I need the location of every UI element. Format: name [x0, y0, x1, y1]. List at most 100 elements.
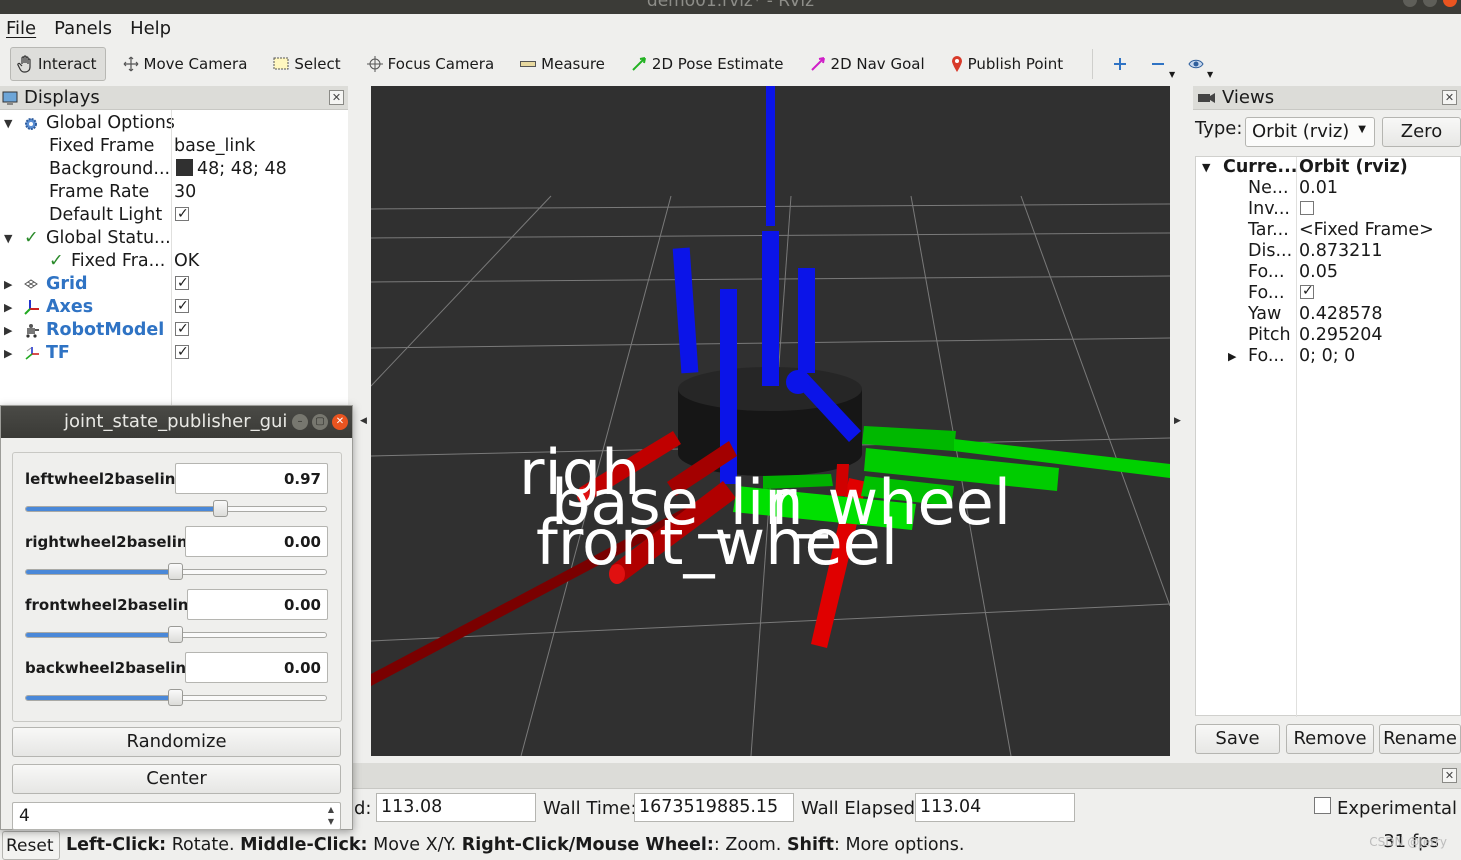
interact-tool[interactable]: Interact	[10, 47, 106, 81]
rename-view-button[interactable]: Rename	[1379, 724, 1461, 754]
remove-tool-button[interactable]: ▼	[1141, 47, 1175, 81]
view-type-select[interactable]: Orbit (rviz) ▼	[1245, 117, 1375, 147]
view-row-focal-shape[interactable]: Fo...	[1196, 281, 1461, 304]
joint-value-frontwheel[interactable]: 0.00	[187, 589, 328, 620]
tree-row-frame-rate[interactable]: Frame Rate 30	[0, 181, 348, 204]
axes-checkbox[interactable]	[175, 295, 189, 318]
scene-render[interactable]: righ base_lin r_wheel front_wheel	[371, 86, 1170, 756]
view-row-target[interactable]: Tar... <Fixed Frame>	[1196, 220, 1461, 241]
menu-panels[interactable]: Panels	[54, 18, 112, 39]
collapse-arrow-icon[interactable]: ▶	[1228, 346, 1236, 367]
view-row-distance[interactable]: Dis... 0.873211	[1196, 241, 1461, 262]
tree-row-global-status[interactable]: ▼ ✓ Global Statu...	[0, 227, 348, 250]
slider-handle[interactable]	[213, 500, 228, 517]
slider-count-spinbox[interactable]: 4 ▲ ▼	[12, 802, 341, 830]
view-row-near-clip[interactable]: Ne... 0.01	[1196, 178, 1461, 199]
joint-slider-backwheel[interactable]	[25, 689, 327, 706]
joint-slider-rightwheel[interactable]	[25, 563, 327, 580]
tf-checkbox[interactable]	[175, 341, 189, 364]
time-close-button[interactable]: ✕	[1442, 768, 1457, 783]
joint-value-leftwheel[interactable]: 0.97	[175, 463, 328, 494]
slider-handle[interactable]	[168, 626, 183, 643]
render-viewport[interactable]: righ base_lin r_wheel front_wheel	[371, 86, 1170, 756]
displays-close-button[interactable]: ✕	[329, 90, 344, 105]
view-row-yaw[interactable]: Yaw 0.428578	[1196, 304, 1461, 325]
tree-row-default-light[interactable]: Default Light	[0, 203, 348, 227]
jsp-maximize-button[interactable]: ▢	[312, 414, 328, 430]
joint-slider-frontwheel[interactable]	[25, 626, 327, 643]
nav-goal-tool[interactable]: 2D Nav Goal	[803, 47, 934, 81]
slider-handle[interactable]	[168, 689, 183, 706]
focus-camera-tool[interactable]: Focus Camera	[360, 47, 503, 81]
view-options-button[interactable]: ▼	[1179, 47, 1213, 81]
collapse-arrow-icon[interactable]: ▶	[4, 296, 12, 319]
save-view-button[interactable]: Save	[1195, 724, 1280, 754]
expand-arrow-icon[interactable]: ▼	[1202, 157, 1210, 178]
tree-row-background[interactable]: Background... 48; 48; 48	[0, 158, 348, 181]
expand-arrow-icon[interactable]: ▼	[4, 112, 12, 135]
collapse-arrow-icon[interactable]: ▶	[4, 342, 12, 365]
tree-row-robotmodel[interactable]: ▶ RobotModel	[0, 318, 348, 342]
fixed-frame-value[interactable]: base_link	[174, 135, 255, 158]
tree-row-fixed-frame[interactable]: Fixed Frame base_link	[0, 135, 348, 158]
jsp-close-button[interactable]: ✕	[332, 414, 348, 430]
experimental-checkbox[interactable]	[1314, 797, 1331, 814]
ros-elapsed-field[interactable]: 113.08	[376, 793, 536, 822]
robotmodel-checkbox[interactable]	[175, 318, 189, 341]
target-frame-value[interactable]: <Fixed Frame>	[1299, 220, 1434, 241]
tree-row-tf[interactable]: ▶ TF	[0, 341, 348, 365]
zero-button[interactable]: Zero	[1382, 117, 1461, 147]
wall-time-field[interactable]: 1673519885.15	[634, 793, 794, 822]
remove-view-button[interactable]: Remove	[1286, 724, 1374, 754]
invert-label: Inv...	[1248, 199, 1290, 219]
spin-up-icon[interactable]: ▲	[324, 804, 338, 816]
move-camera-tool[interactable]: Move Camera	[116, 47, 257, 81]
fixed-frame-status-value: OK	[174, 251, 200, 271]
jsp-minimize-button[interactable]: –	[292, 414, 308, 430]
tree-row-grid[interactable]: ▶ Grid	[0, 272, 348, 296]
distance-value[interactable]: 0.873211	[1299, 241, 1383, 262]
invert-checkbox[interactable]	[1300, 200, 1314, 215]
tree-row-fixed-frame-status[interactable]: ✓ Fixed Fra... OK	[0, 250, 348, 273]
select-tool[interactable]: Select	[266, 47, 349, 81]
tree-row-axes[interactable]: ▶ Axes	[0, 295, 348, 319]
spin-down-icon[interactable]: ▼	[324, 816, 338, 828]
view-row-pitch[interactable]: Pitch 0.295204	[1196, 325, 1461, 346]
center-button[interactable]: Center	[12, 764, 341, 794]
pitch-value[interactable]: 0.295204	[1299, 325, 1383, 346]
near-clip-value[interactable]: 0.01	[1299, 178, 1338, 199]
wall-elapsed-field[interactable]: 113.04	[915, 793, 1075, 822]
joint-value-backwheel[interactable]: 0.00	[185, 652, 328, 683]
jsp-titlebar[interactable]: joint_state_publisher_gui – ▢ ✕	[1, 406, 352, 438]
view-row-focal-point[interactable]: ▶ Fo... 0; 0; 0	[1196, 346, 1461, 367]
collapse-arrow-icon[interactable]: ▶	[4, 319, 12, 342]
view-row-focal-size[interactable]: Fo... 0.05	[1196, 262, 1461, 283]
grid-checkbox[interactable]	[175, 272, 189, 295]
focal-shape-checkbox[interactable]	[1300, 281, 1314, 302]
splitter-left-arrow-icon[interactable]: ◀	[360, 416, 367, 426]
menu-file[interactable]: File	[6, 18, 36, 39]
focal-point-value[interactable]: 0; 0; 0	[1299, 346, 1355, 367]
add-tool-button[interactable]	[1103, 47, 1137, 81]
joint-label-rightwheel: rightwheel2baselink	[25, 533, 198, 551]
default-light-checkbox[interactable]	[175, 203, 189, 226]
collapse-arrow-icon[interactable]: ▶	[4, 273, 12, 296]
joint-value-rightwheel[interactable]: 0.00	[185, 526, 328, 557]
menu-help[interactable]: Help	[130, 18, 171, 39]
publish-point-tool[interactable]: Publish Point	[944, 47, 1072, 81]
randomize-button[interactable]: Randomize	[12, 727, 341, 757]
view-row-invert[interactable]: Inv...	[1196, 199, 1461, 220]
yaw-value[interactable]: 0.428578	[1299, 304, 1383, 325]
background-value-cell[interactable]: 48; 48; 48	[174, 158, 287, 181]
pose-estimate-tool[interactable]: 2D Pose Estimate	[624, 47, 793, 81]
reset-button[interactable]: Reset	[2, 831, 60, 860]
joint-slider-leftwheel[interactable]	[25, 500, 327, 517]
expand-arrow-icon[interactable]: ▼	[4, 227, 12, 250]
views-close-button[interactable]: ✕	[1442, 90, 1457, 105]
slider-handle[interactable]	[168, 563, 183, 580]
splitter-right-arrow-icon[interactable]: ▶	[1174, 416, 1181, 426]
tree-row-global-options[interactable]: ▼ Global Options	[0, 112, 348, 135]
measure-tool[interactable]: Measure	[513, 47, 614, 81]
frame-rate-value[interactable]: 30	[174, 181, 196, 204]
view-row-current[interactable]: ▼ Curre... Orbit (rviz)	[1196, 157, 1461, 178]
